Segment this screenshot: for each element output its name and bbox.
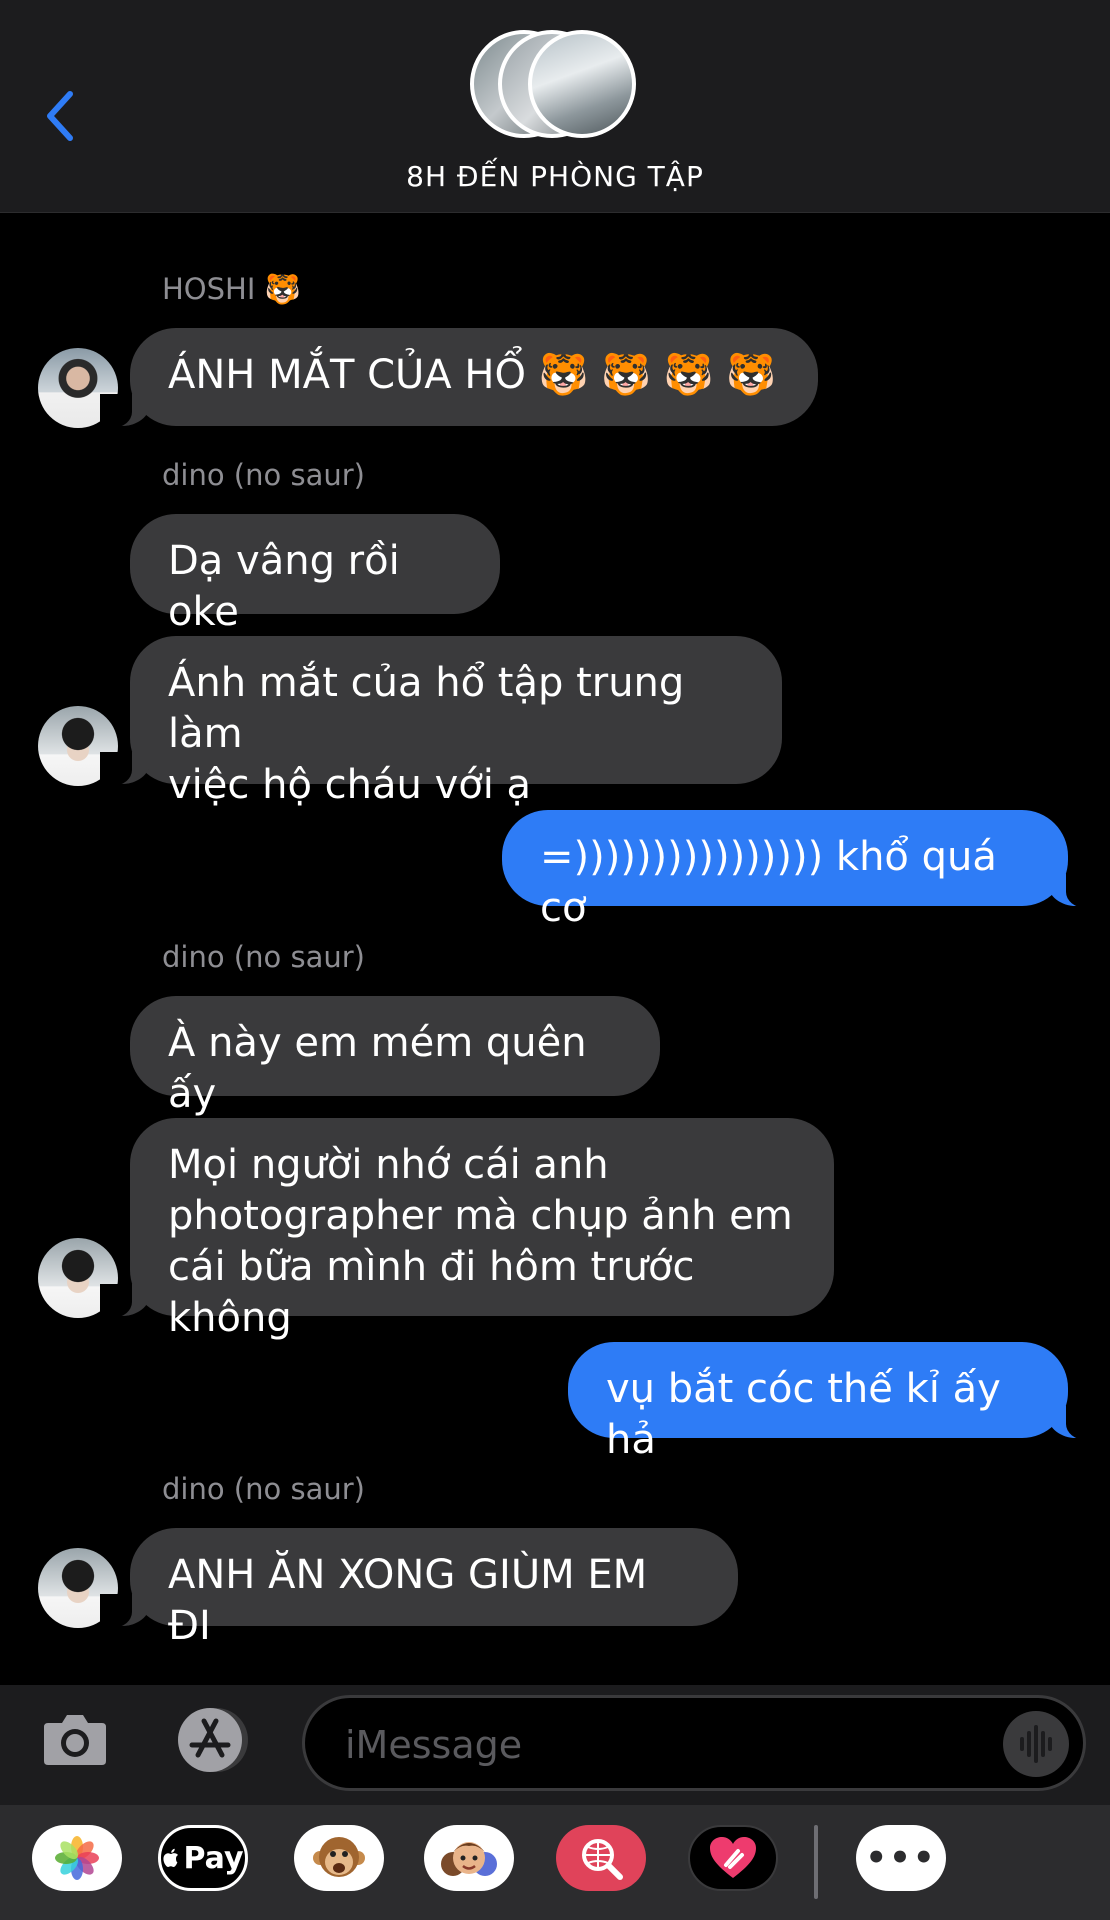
digital-touch-heart-icon[interactable] <box>688 1825 778 1891</box>
audio-waveform-icon[interactable] <box>1003 1711 1069 1777</box>
message-text: =)))))))))))))))) khổ quá cơ <box>540 834 997 931</box>
compose-bar <box>0 1685 1110 1805</box>
message-text: ANH ĂN XONG GIÙM EM ĐI <box>168 1552 648 1649</box>
sender-name: dino (no saur) <box>162 458 365 492</box>
message-text: vụ bắt cóc thế kỉ ấy hả <box>606 1366 1001 1463</box>
camera-icon[interactable] <box>42 1711 108 1767</box>
sender-name: dino (no saur) <box>162 1472 365 1506</box>
message-text: Dạ vâng rồi oke <box>168 538 400 635</box>
message-bubble[interactable]: Dạ vâng rồi oke <box>130 514 500 635</box>
sender-name: HOSHI 🐯 <box>162 272 301 306</box>
conversation-header: 8H ĐẾN PHÒNG TẬP <box>0 0 1110 213</box>
message-bubble[interactable]: ANH ĂN XONG GIÙM EM ĐI <box>100 1528 738 1649</box>
message-bubble[interactable]: Mọi người nhớ cái anh photographer mà ch… <box>100 1118 834 1341</box>
message-bubble[interactable]: Ánh mắt của hổ tập trung làm việc hộ chá… <box>100 636 782 808</box>
app-drawer-divider <box>814 1825 818 1899</box>
photos-app-icon[interactable] <box>32 1825 122 1891</box>
apple-logo-icon <box>163 1848 179 1867</box>
message-text-line: cái bữa mình đi hôm trước không <box>168 1244 695 1341</box>
message-text-line: việc hộ cháu với ạ <box>168 762 532 808</box>
web-image-search-icon[interactable] <box>556 1825 646 1891</box>
sender-name: dino (no saur) <box>162 940 365 974</box>
message-text-line: Mọi người nhớ cái anh <box>168 1142 609 1188</box>
more-label: ••• <box>865 1838 937 1878</box>
message-text-line: photographer mà chụp ảnh em <box>168 1193 793 1239</box>
message-text: ÁNH MẮT CỦA HỔ 🐯 🐯 🐯 🐯 <box>168 352 777 398</box>
message-bubble[interactable]: =)))))))))))))))) khổ quá cơ <box>502 810 1098 931</box>
message-input[interactable] <box>343 1720 967 1770</box>
message-text-line: Ánh mắt của hổ tập trung làm <box>168 660 685 757</box>
message-bubble[interactable]: ÁNH MẮT CỦA HỔ 🐯 🐯 🐯 🐯 <box>100 328 818 428</box>
imessage-app-drawer: Pay ••• <box>0 1805 1110 1920</box>
app-store-icon[interactable] <box>170 1705 258 1775</box>
memoji-icon[interactable] <box>424 1825 514 1891</box>
back-chevron-icon[interactable] <box>40 86 80 146</box>
group-title[interactable]: 8H ĐẾN PHÒNG TẬP <box>0 160 1110 193</box>
group-member-avatar <box>528 30 636 138</box>
more-apps-button[interactable]: ••• <box>856 1825 946 1891</box>
apple-pay-app-icon[interactable]: Pay <box>158 1825 248 1891</box>
animoji-monkey-icon[interactable] <box>294 1825 384 1891</box>
message-text: À này em mém quên ấy <box>168 1020 587 1117</box>
message-input-field[interactable] <box>302 1695 1086 1791</box>
message-bubble[interactable]: vụ bắt cóc thế kỉ ấy hả <box>568 1342 1098 1463</box>
message-bubble[interactable]: À này em mém quên ấy <box>130 996 660 1117</box>
group-avatar-stack[interactable] <box>470 30 640 146</box>
apple-pay-label: Pay <box>183 1840 244 1876</box>
